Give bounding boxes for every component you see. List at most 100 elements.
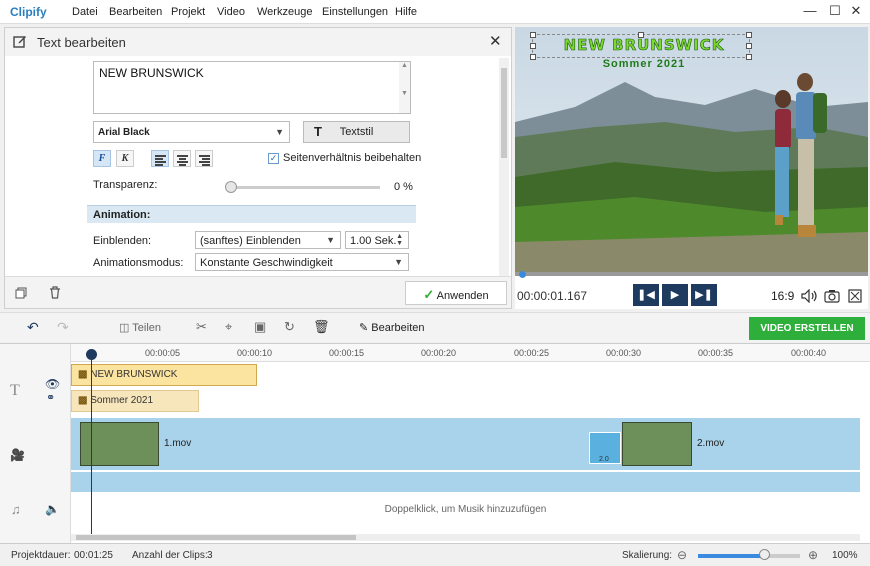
time-ruler[interactable]: 00:00:05 00:00:10 00:00:15 00:00:20 00:0…	[71, 344, 870, 362]
clip-count-value: 3	[207, 550, 213, 561]
text-clip-icon: ▩	[78, 369, 88, 380]
align-left-button[interactable]	[151, 150, 169, 167]
timeline-toolbar: ↶ ↷ ◫ Teilen ✂ ⌖ ▣ ↻ 🗑 ✎ Bearbeiten VIDE…	[0, 312, 870, 342]
video-preview[interactable]: NEW BRUNSWICK Sommer 2021	[515, 27, 868, 272]
text-editor-panel: Text bearbeiten ✕ NEW BRUNSWICK ▲ ▼ Arial…	[4, 27, 512, 309]
resize-handle[interactable]	[530, 43, 536, 49]
audio-volume-icon[interactable]: 🔈	[45, 502, 60, 516]
camera-icon[interactable]	[824, 289, 840, 303]
text-style-icon: T	[314, 124, 322, 139]
playback-progress-bar[interactable]	[515, 272, 868, 276]
transparency-value: 0 %	[394, 181, 413, 193]
menu-werkzeuge[interactable]: Werkzeuge	[257, 6, 312, 18]
edit-clip-button[interactable]: ✎ Bearbeiten	[359, 321, 425, 334]
keep-ratio-checkbox[interactable]: ✓	[268, 153, 279, 164]
duration-label: Projektdauer:	[11, 550, 71, 561]
fade-in-select[interactable]: (sanftes) Einblenden ▼	[195, 231, 341, 249]
close-icon[interactable]: ✕	[489, 32, 502, 50]
zoom-in-icon[interactable]: ⊕	[808, 548, 818, 562]
align-center-button[interactable]	[173, 150, 191, 167]
volume-icon[interactable]	[801, 289, 817, 303]
menu-bearbeiten[interactable]: Bearbeiten	[109, 6, 162, 18]
font-select[interactable]: Arial Black ▼	[93, 121, 290, 143]
previous-frame-button[interactable]: ❚◀	[633, 284, 659, 306]
animation-mode-select[interactable]: Konstante Geschwindigkeit ▼	[195, 253, 409, 271]
video-overlay-track[interactable]	[71, 472, 860, 492]
text-input[interactable]: NEW BRUNSWICK ▲ ▼	[93, 61, 411, 114]
close-window-icon[interactable]: ✕	[847, 3, 865, 21]
video-track[interactable]: 1.mov 2.0 2.mov	[71, 418, 860, 470]
frame-icon[interactable]: ▣	[254, 319, 266, 335]
create-video-button[interactable]: VIDEO ERSTELLEN	[749, 317, 865, 340]
overlay-title-text[interactable]: NEW BRUNSWICK	[539, 36, 749, 55]
menu-datei[interactable]: Datei	[72, 6, 98, 18]
link-icon[interactable]: ⚭	[46, 391, 55, 404]
transparency-slider-track[interactable]	[230, 186, 380, 189]
redo-icon[interactable]: ↷	[57, 319, 69, 336]
textstil-button[interactable]: T Textstil	[303, 121, 410, 143]
aspect-ratio-selector[interactable]: 16:9	[771, 289, 794, 303]
bold-button[interactable]: F	[93, 150, 111, 167]
scissors-icon[interactable]: ✂	[196, 319, 207, 335]
keep-ratio-label: Seitenverhältnis beibehalten	[283, 152, 422, 164]
delete-icon[interactable]: 🗑	[313, 319, 330, 335]
editor-scrollbar[interactable]	[499, 58, 509, 276]
trash-icon[interactable]	[49, 286, 61, 299]
ruler-tick: 00:00:25	[514, 348, 550, 358]
split-label: Teilen	[132, 322, 162, 334]
audio-track[interactable]: Doppelklick, um Musik hinzuzufügen	[71, 494, 860, 526]
duplicate-icon[interactable]	[15, 287, 27, 299]
minimize-icon[interactable]: —	[801, 3, 819, 21]
ruler-tick: 00:00:10	[237, 348, 273, 358]
rotate-icon[interactable]: ↻	[284, 319, 295, 335]
menu-hilfe[interactable]: Hilfe	[395, 6, 417, 18]
ruler-tick: 00:00:35	[698, 348, 734, 358]
menu-video[interactable]: Video	[217, 6, 245, 18]
resize-handle[interactable]	[746, 54, 752, 60]
undo-icon[interactable]: ↶	[27, 319, 39, 336]
ruler-tick: 00:00:40	[791, 348, 827, 358]
menu-projekt[interactable]: Projekt	[171, 6, 205, 18]
play-button[interactable]: ▶	[662, 284, 688, 306]
video-clip-label[interactable]: 1.mov	[164, 438, 191, 449]
zoom-slider-thumb[interactable]	[759, 549, 770, 560]
editor-title: Text bearbeiten	[37, 35, 126, 50]
text-input-scrollbar[interactable]: ▲ ▼	[399, 62, 410, 113]
playhead[interactable]	[91, 350, 92, 535]
playhead-handle[interactable]	[86, 349, 97, 360]
video-clip-label[interactable]: 2.mov	[697, 438, 724, 449]
transparency-slider-thumb[interactable]	[225, 181, 237, 193]
split-button[interactable]: ◫ Teilen	[119, 321, 161, 334]
eye-icon[interactable]: 👁	[45, 377, 60, 391]
text-clip[interactable]: ▩ NEW BRUNSWICK	[71, 364, 257, 386]
animation-mode-label: Animationsmodus:	[93, 257, 184, 269]
apply-button[interactable]: ✓ Anwenden	[405, 281, 507, 305]
playback-progress-knob[interactable]	[519, 271, 526, 278]
menu-einstellungen[interactable]: Einstellungen	[322, 6, 388, 18]
video-track-icon: 🎥	[10, 448, 25, 462]
maximize-icon[interactable]: ☐	[826, 3, 844, 21]
resize-handle[interactable]	[530, 54, 536, 60]
fade-in-duration-stepper[interactable]: 1.00 Sek. ▲ ▼	[345, 231, 409, 249]
clip-count-label: Anzahl der Clips:	[132, 550, 208, 561]
zoom-value: 100%	[832, 550, 858, 561]
chevron-down-icon: ▼	[275, 127, 284, 137]
overlay-subtitle-text[interactable]: Sommer 2021	[569, 58, 719, 70]
video-thumbnail	[622, 422, 692, 466]
italic-button[interactable]: K	[116, 150, 134, 167]
text-input-value: NEW BRUNSWICK	[99, 66, 204, 80]
zoom-out-icon[interactable]: ⊖	[677, 548, 687, 562]
fullscreen-icon[interactable]	[848, 289, 862, 303]
duration-value: 00:01:25	[74, 550, 113, 561]
crop-icon[interactable]: ⌖	[225, 319, 232, 335]
timeline-scrollbar[interactable]	[71, 534, 860, 541]
title-bar: Clipify Datei Bearbeiten Projekt Video W…	[0, 0, 870, 24]
ruler-tick: 00:00:15	[329, 348, 365, 358]
chevron-down-icon: ▼	[394, 257, 403, 267]
next-frame-button[interactable]: ▶❚	[691, 284, 717, 306]
textstil-label: Textstil	[339, 126, 374, 138]
edit-icon	[13, 36, 26, 48]
resize-handle[interactable]	[530, 32, 536, 38]
stepper-arrows-icon[interactable]: ▲ ▼	[396, 233, 403, 247]
align-right-button[interactable]	[195, 150, 213, 167]
